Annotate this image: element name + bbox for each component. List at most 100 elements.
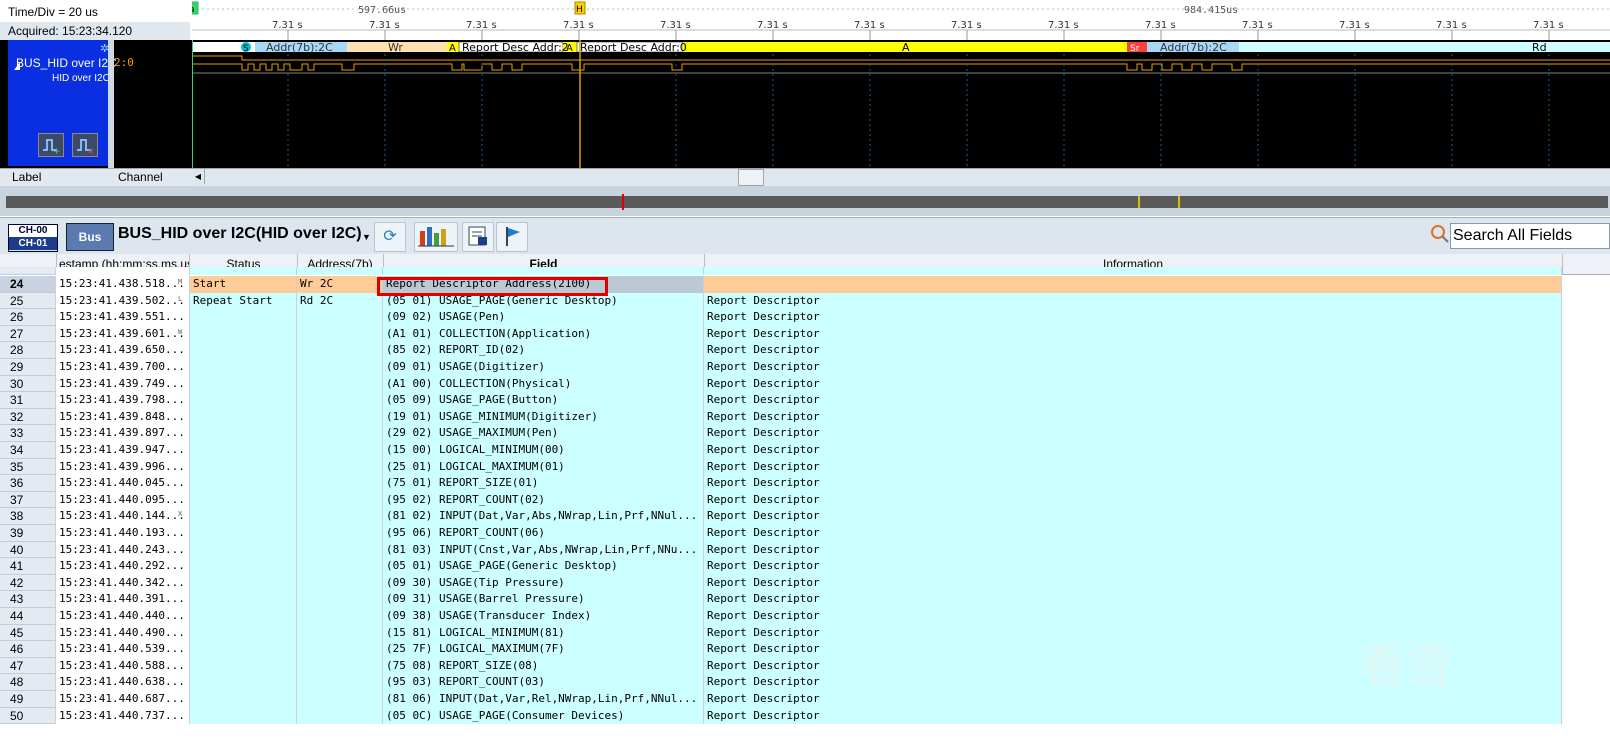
- row-tail: [1562, 458, 1610, 476]
- table-row[interactable]: 39 15:23:41.440.193... (95 06) REPORT_COUN…: [0, 525, 1610, 542]
- cell-field: (05 09) USAGE_PAGE(Button): [383, 392, 704, 409]
- cell-information: Report Descriptor: [704, 292, 1562, 310]
- table-row[interactable]: 26 15:23:41.439.551... (09 02) USAGE(Pen) R…: [0, 309, 1610, 326]
- scroll-left-arrow-icon[interactable]: ◀: [192, 169, 205, 184]
- cell-field: (05 01) USAGE_PAGE(Generic Desktop): [383, 558, 704, 575]
- row-number: 30: [0, 375, 56, 393]
- cell-status: [190, 691, 297, 708]
- row-number: 31: [0, 392, 56, 409]
- cell-information: Report Descriptor: [704, 541, 1562, 559]
- table-row[interactable]: 41 15:23:41.440.292... (05 01) USAGE_PAGE(…: [0, 558, 1610, 575]
- flag-icon[interactable]: [496, 222, 528, 252]
- overview-cursor[interactable]: [622, 194, 624, 210]
- refresh-icon[interactable]: ⟳: [374, 222, 406, 252]
- svg-text:×: ×: [87, 147, 95, 156]
- table-row[interactable]: 31 15:23:41.439.798... (05 09) USAGE_PAGE(…: [0, 392, 1610, 409]
- table-row[interactable]: 35 15:23:41.439.996... (25 01) LOGICAL_MAX…: [0, 458, 1610, 476]
- label-channel-header: Label Channel: [0, 168, 192, 186]
- time-div-label[interactable]: Time/Div = 20 us: [8, 5, 98, 19]
- row-marker: M: [178, 278, 183, 286]
- row-tail: [1562, 508, 1610, 525]
- cell-field: (81 03) INPUT(Cnst,Var,Abs,NWrap,Lin,Prf…: [383, 541, 704, 559]
- cell-status: [190, 458, 297, 476]
- cell-status: [190, 475, 297, 492]
- cell-status: [190, 359, 297, 376]
- svg-text:A: A: [449, 43, 456, 54]
- export-icon[interactable]: [462, 222, 494, 252]
- row-tail: [1562, 442, 1610, 459]
- waveform-area[interactable]: S Addr(7b):2C Wr A Report Desc Addr:2 A …: [191, 40, 1610, 168]
- bus-title[interactable]: BUS_HID over I2C(HID over I2C): [118, 225, 362, 243]
- cell-timestamp: 15:23:41.439.502...: [56, 292, 190, 310]
- row-tail: [1562, 392, 1610, 409]
- overview-track[interactable]: [6, 194, 1608, 210]
- cell-timestamp: 15:23:41.439.996...: [56, 458, 190, 476]
- table-row[interactable]: 38 15:23:41.440.144... X (81 02) INPUT(Dat,…: [0, 508, 1610, 525]
- waveform-graphic: S Addr(7b):2C Wr A Report Desc Addr:2 A …: [191, 40, 1610, 168]
- cell-status: [190, 525, 297, 542]
- row-number: 44: [0, 608, 56, 625]
- row-number: 25: [0, 292, 56, 310]
- ruler-tick-label: 7.31 s: [1145, 20, 1176, 31]
- channel-badge[interactable]: CH-00 CH-01: [8, 224, 58, 252]
- table-row[interactable]: 36 15:23:41.440.045... (75 01) REPORT_SIZE…: [0, 475, 1610, 492]
- chevron-down-icon[interactable]: ▼: [362, 232, 371, 242]
- label-column-header[interactable]: Label: [12, 170, 41, 184]
- table-row[interactable]: 37 15:23:41.440.095... (95 02) REPORT_COUN…: [0, 491, 1610, 509]
- cell-timestamp: 15:23:41.439.947...: [56, 442, 190, 459]
- table-row[interactable]: 42 15:23:41.440.342... (09 30) USAGE(Tip P…: [0, 574, 1610, 592]
- protocol-toolbar: CH-00 CH-01 Bus BUS_HID over I2C(HID ove…: [0, 217, 1610, 255]
- cell-address: [297, 674, 383, 691]
- cell-address: [297, 359, 383, 376]
- table-row[interactable]: 30 15:23:41.439.749... (A1 00) COLLECTION(…: [0, 375, 1610, 393]
- table-row[interactable]: 40 15:23:41.440.243... (81 03) INPUT(Cnst,…: [0, 541, 1610, 559]
- time-ruler[interactable]: a H 597.66us 984.415us 7.31 s 7.31 s 7.31 …: [187, 0, 1610, 40]
- cell-address: [297, 458, 383, 476]
- cell-field: (95 06) REPORT_COUNT(06): [383, 525, 704, 542]
- cell-field: (75 01) REPORT_SIZE(01): [383, 475, 704, 492]
- channel-item-bus-hid[interactable]: ✲ BUS_HID over I2C HID over I2C: [8, 40, 117, 88]
- ruler-tick-label: 7.31 s: [369, 20, 400, 31]
- table-row[interactable]: 44 15:23:41.440.440... (09 38) USAGE(Trans…: [0, 608, 1610, 625]
- table-row[interactable]: 34 15:23:41.439.947... (15 00) LOGICAL_MIN…: [0, 442, 1610, 459]
- cell-status: [190, 392, 297, 409]
- cell-information: Report Descriptor: [704, 425, 1562, 442]
- row-number: 41: [0, 558, 56, 575]
- cell-address: [297, 392, 383, 409]
- cell-address: [297, 641, 383, 658]
- table-row[interactable]: 27 15:23:41.439.601... W (A1 01) COLLECTION…: [0, 325, 1610, 343]
- table-row[interactable]: 25 15:23:41.439.502... L Repeat Start Rd 2C(…: [0, 292, 1610, 310]
- table-row[interactable]: 33 15:23:41.439.897... (29 02) USAGE_MAXIM…: [0, 425, 1610, 442]
- cell-status: [190, 375, 297, 393]
- remove-trigger-icon[interactable]: ×: [72, 133, 98, 157]
- cell-field: (09 38) USAGE(Transducer Index): [383, 608, 704, 625]
- table-row[interactable]: 28 15:23:41.439.650... (85 02) REPORT_ID(0…: [0, 342, 1610, 359]
- cell-address: [297, 508, 383, 525]
- table-row[interactable]: 50 15:23:41.440.737... (05 0C) USAGE_PAGE(…: [0, 707, 1610, 725]
- table-row[interactable]: 29 15:23:41.439.700... (09 01) USAGE(Digit…: [0, 359, 1610, 376]
- cell-field: (09 31) USAGE(Barrel Pressure): [383, 591, 704, 608]
- row-number: 40: [0, 541, 56, 559]
- search-input[interactable]: Search All Fields: [1450, 223, 1610, 249]
- ruler-tick-label: 7.31 s: [1533, 20, 1564, 31]
- search-icon[interactable]: [1430, 223, 1450, 249]
- bus-icon[interactable]: Bus: [66, 223, 114, 251]
- channel-value: 2:0: [114, 56, 134, 69]
- row-tail: [1562, 657, 1610, 675]
- table-row-selected[interactable]: 24 15:23:41.438.518... M Start Wr 2C Report D…: [0, 276, 1610, 293]
- add-trigger-icon[interactable]: +: [38, 133, 64, 157]
- table-row[interactable]: 43 15:23:41.440.391... (09 31) USAGE(Barre…: [0, 591, 1610, 608]
- table-row[interactable]: 32 15:23:41.439.848... (19 01) USAGE_MINIM…: [0, 408, 1610, 426]
- cell-status: [190, 558, 297, 575]
- channel-column-header[interactable]: Channel: [118, 170, 163, 184]
- waveform-scrollbar[interactable]: ◀: [192, 168, 1610, 186]
- scroll-thumb[interactable]: [738, 169, 764, 186]
- cell-status: [190, 325, 297, 343]
- statistics-chart-icon[interactable]: [414, 222, 458, 252]
- cell-status: [190, 425, 297, 442]
- cell-information: Report Descriptor: [704, 309, 1562, 326]
- overview-bar[interactable]: [0, 186, 1610, 216]
- cell-timestamp: 15:23:41.440.391...: [56, 591, 190, 608]
- channel-subtitle: HID over I2C: [52, 73, 110, 84]
- cell-address: [297, 325, 383, 343]
